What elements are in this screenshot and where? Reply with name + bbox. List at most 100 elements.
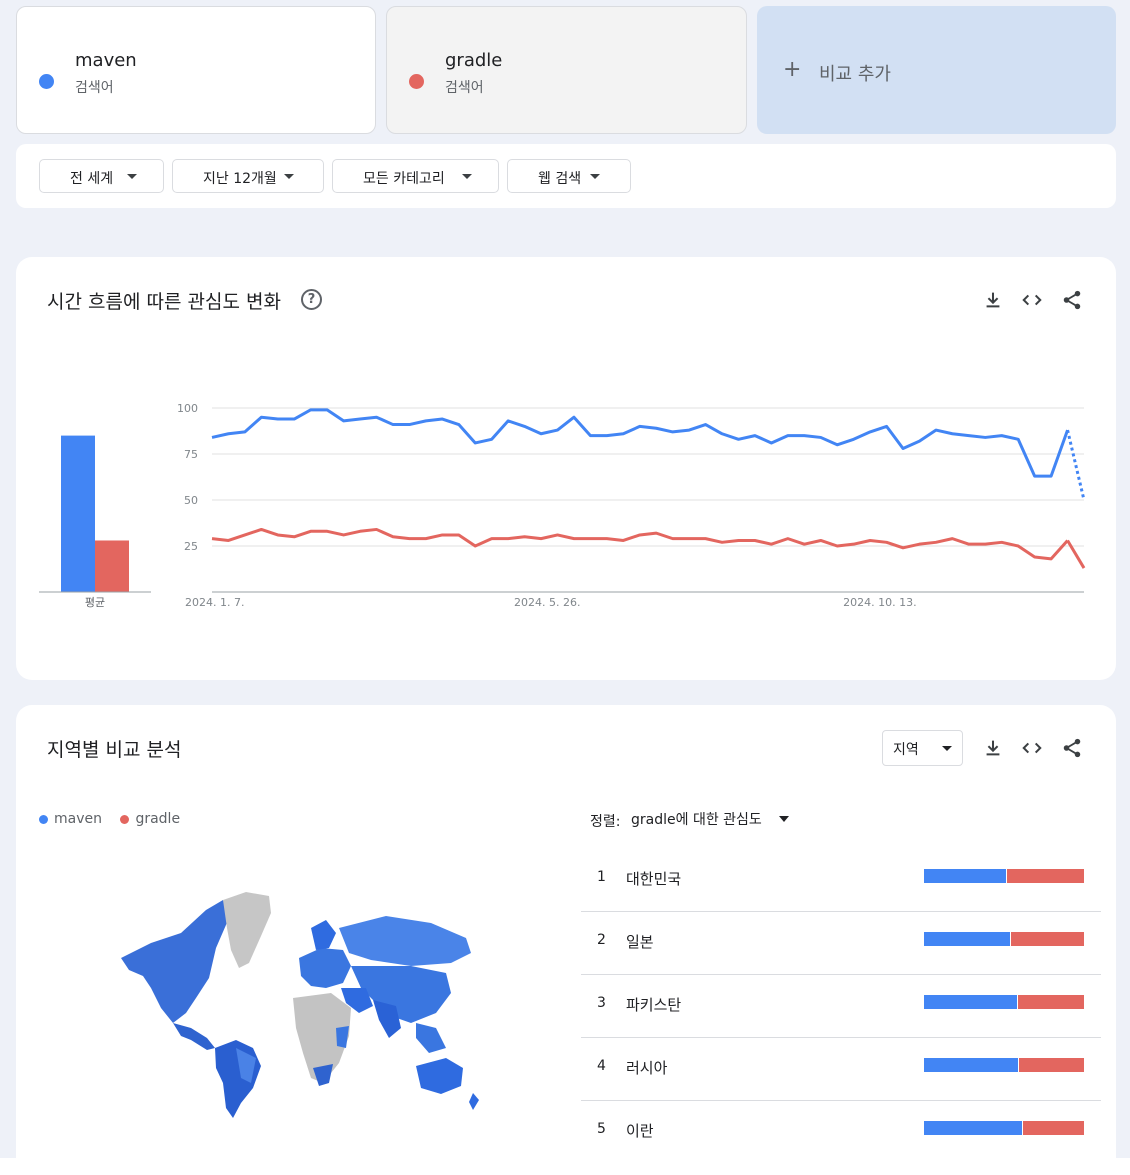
sort-dropdown[interactable]: gradle에 대한 관심도 [631,809,762,829]
region-name[interactable]: 러시아 [626,1057,667,1078]
comparison-bar [924,869,1084,883]
rank-number: 4 [597,1058,606,1074]
y-tick-label: 25 [184,540,198,553]
map-north-america [121,900,229,1023]
term-card-maven[interactable]: maven 검색어 [16,6,376,134]
world-map[interactable] [111,888,491,1128]
embed-icon[interactable] [1021,737,1043,759]
help-icon[interactable]: ? [301,289,322,310]
term-card-gradle[interactable]: gradle 검색어 [386,6,747,134]
x-tick-label: 2024. 10. 13. [843,596,916,609]
map-southeast-asia [416,1023,446,1053]
rank-number: 2 [597,932,606,948]
region-row[interactable]: 5 이란 [581,1100,1101,1163]
interest-chart: 평균 100 75 50 25 2024. 1. 7. 2024. 5. 26. 2024. … [39,402,1086,609]
term-color-dot [409,74,424,89]
filter-bar: 전 세계 지난 12개월 모든 카테고리 웹 검색 [16,144,1116,208]
x-tick-label: 2024. 5. 26. [514,596,580,609]
add-compare-button[interactable]: + 비교 추가 [757,6,1116,134]
filter-category-dropdown[interactable]: 모든 카테고리 [332,159,499,193]
share-icon[interactable] [1061,737,1083,759]
y-tick-label: 50 [184,494,198,507]
average-bar-maven [61,435,95,592]
region-row[interactable]: 1 대한민국 [581,848,1101,912]
embed-icon[interactable] [1021,289,1043,311]
term-type: 검색어 [75,80,114,96]
bar-gradle-share [1018,995,1084,1009]
map-legend: maven gradle [39,811,194,827]
download-icon[interactable] [982,737,1004,759]
chevron-down-icon [590,174,600,179]
bar-gradle-share [1023,1121,1084,1135]
filter-label: 지난 12개월 [203,171,277,187]
y-tick-label: 75 [184,448,198,461]
add-compare-label: 비교 추가 [819,64,891,85]
map-east-africa [336,1026,349,1048]
region-level-dropdown[interactable]: 지역 [882,730,963,766]
series-partial-gradle [1066,539,1086,569]
rank-number: 3 [597,995,606,1011]
bar-gradle-share [1011,932,1084,946]
region-row[interactable]: 2 일본 [581,911,1101,975]
legend-label: maven [54,811,102,827]
chevron-down-icon [127,174,137,179]
plus-icon: + [783,57,802,82]
legend-item-maven: maven [39,811,102,827]
interest-over-time-card: 시간 흐름에 따른 관심도 변화 ? 평균 100 75 50 25 2024. 1. 7… [16,257,1116,680]
region-name[interactable]: 파키스탄 [626,994,681,1015]
bar-maven-share [924,995,1017,1009]
region-row[interactable]: 3 파키스탄 [581,974,1101,1038]
map-russia [339,916,471,966]
map-greenland [223,892,271,968]
series-line-maven [211,408,1069,478]
chevron-down-icon [942,746,952,751]
legend-label: gradle [135,811,181,827]
bar-gradle-share [1007,869,1084,883]
x-tick-label: 2024. 1. 7. [185,596,244,609]
average-bar-gradle [95,540,129,592]
legend-item-gradle: gradle [120,811,180,827]
bar-maven-share [924,932,1010,946]
series-line-gradle [211,527,1069,561]
term-color-dot [39,74,54,89]
map-scandinavia [311,920,336,950]
comparison-bar [924,1058,1084,1072]
term-type: 검색어 [445,80,484,96]
comparison-bar [924,932,1084,946]
share-icon[interactable] [1061,289,1083,311]
comparison-bar [924,995,1084,1009]
legend-dot [39,814,48,824]
region-name[interactable]: 대한민국 [626,868,681,889]
map-new-zealand [469,1093,479,1110]
term-name[interactable]: gradle [445,50,502,71]
y-tick-label: 100 [177,402,198,415]
comparison-bar [924,1121,1084,1135]
filter-label: 웹 검색 [538,171,582,187]
download-icon[interactable] [982,289,1004,311]
sort-label: 정렬: [590,814,621,830]
chevron-down-icon[interactable] [779,816,789,822]
rank-number: 1 [597,869,606,885]
series-partial-maven [1066,429,1086,501]
map-europe [299,948,351,988]
card-title: 시간 흐름에 따른 관심도 변화 [47,291,281,313]
filter-label: 모든 카테고리 [363,171,445,187]
map-australia [416,1058,463,1094]
term-name[interactable]: maven [75,50,137,71]
filter-search-type-dropdown[interactable]: 웹 검색 [507,159,631,193]
bar-gradle-share [1019,1058,1084,1072]
region-row[interactable]: 4 러시아 [581,1037,1101,1101]
legend-dot [120,814,130,824]
chevron-down-icon [462,174,472,179]
bar-maven-share [924,1058,1018,1072]
filter-time-dropdown[interactable]: 지난 12개월 [172,159,324,193]
card-title: 지역별 비교 분석 [47,739,182,761]
region-name[interactable]: 이란 [626,1120,654,1141]
chevron-down-icon [284,174,294,179]
bar-maven-share [924,869,1006,883]
region-name[interactable]: 일본 [626,931,654,952]
bar-maven-share [924,1121,1022,1135]
region-comparison-card: 지역별 비교 분석 지역 maven gradle 정렬: gradle에 대한… [16,705,1116,1175]
filter-region-dropdown[interactable]: 전 세계 [39,159,164,193]
rank-number: 5 [597,1121,606,1137]
